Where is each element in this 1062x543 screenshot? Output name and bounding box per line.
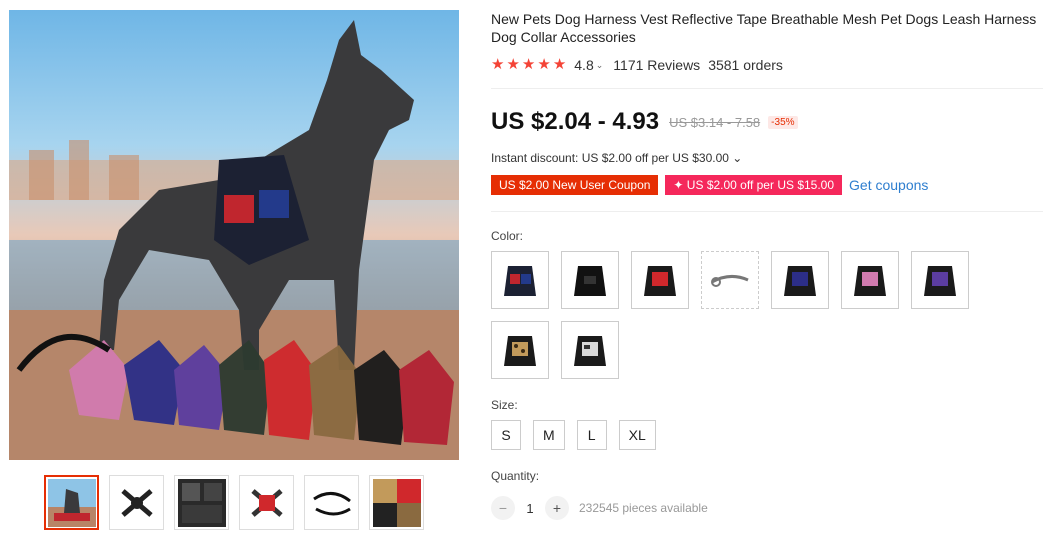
star-rating: ★ ★ ★ ★ ★ (491, 57, 566, 73)
color-swatch-purple[interactable] (911, 251, 969, 309)
size-option-s[interactable]: S (491, 420, 521, 450)
thumbnail-harness-flat[interactable] (109, 475, 164, 530)
thumbnail-leopard-collage[interactable] (369, 475, 424, 530)
color-swatch-camo[interactable] (561, 321, 619, 379)
size-options: S M L XL (491, 420, 656, 450)
decrease-quantity-button[interactable]: − (491, 496, 515, 520)
product-main-image[interactable] (9, 10, 459, 460)
divider (491, 211, 1043, 212)
color-label: Color: (491, 229, 524, 243)
thumbnail-dog-harness-main[interactable] (44, 475, 99, 530)
color-swatch-usa-flag[interactable] (491, 251, 549, 309)
color-swatch-leopard[interactable] (491, 321, 549, 379)
thumbnail-strip (44, 475, 424, 530)
get-coupons-link[interactable]: Get coupons (849, 177, 928, 193)
divider (491, 88, 1043, 89)
discount-badge: -35% (768, 115, 798, 129)
thumbnail-leash-black[interactable] (304, 475, 359, 530)
rating-value[interactable]: 4.8 (574, 57, 593, 73)
current-price: US $2.04 - 4.93 (491, 108, 660, 135)
star-icon: ★ (491, 56, 505, 73)
size-option-m[interactable]: M (533, 420, 565, 450)
thumbnail-harness-red-flat[interactable] (239, 475, 294, 530)
color-swatch-leash[interactable] (701, 251, 759, 309)
price-row: US $2.04 - 4.93 US $3.14 - 7.58 -35% (491, 108, 798, 136)
chevron-down-icon[interactable]: ⌄ (596, 60, 604, 71)
product-title: New Pets Dog Harness Vest Reflective Tap… (491, 11, 1037, 45)
instant-discount[interactable]: Instant discount: US $2.00 off per US $3… (491, 151, 742, 165)
color-swatch-red[interactable] (631, 251, 689, 309)
color-swatch-blue[interactable] (771, 251, 829, 309)
quantity-label: Quantity: (491, 469, 540, 483)
size-option-xl[interactable]: XL (618, 420, 656, 450)
quantity-value[interactable]: 1 (515, 501, 545, 516)
rating-row: ★ ★ ★ ★ ★ 4.8 ⌄ 1171 Reviews 3581 orders (491, 57, 783, 74)
star-icon: ★ (521, 56, 536, 73)
size-option-l[interactable]: L (576, 420, 607, 450)
star-icon: ★ (506, 56, 520, 73)
original-price: US $3.14 - 7.58 (669, 114, 761, 130)
store-coupon[interactable]: ✦ US $2.00 off per US $15.00 (665, 175, 843, 195)
star-icon: ★ (552, 56, 567, 73)
thumbnail-harness-collage[interactable] (174, 475, 229, 530)
reviews-link[interactable]: 1171 Reviews (613, 57, 700, 73)
increase-quantity-button[interactable]: + (545, 496, 569, 520)
coupon-row: US $2.00 New User Coupon ✦ US $2.00 off … (491, 175, 928, 195)
color-swatch-pink[interactable] (841, 251, 899, 309)
size-label: Size: (491, 398, 518, 412)
star-icon: ★ (537, 56, 551, 73)
color-swatches (491, 251, 991, 379)
quantity-stepper: − 1 + 232545 pieces available (491, 496, 708, 520)
available-pieces: 232545 pieces available (579, 501, 708, 515)
orders-count: 3581 orders (708, 57, 783, 73)
new-user-coupon[interactable]: US $2.00 New User Coupon (491, 175, 659, 195)
color-swatch-black[interactable] (561, 251, 619, 309)
